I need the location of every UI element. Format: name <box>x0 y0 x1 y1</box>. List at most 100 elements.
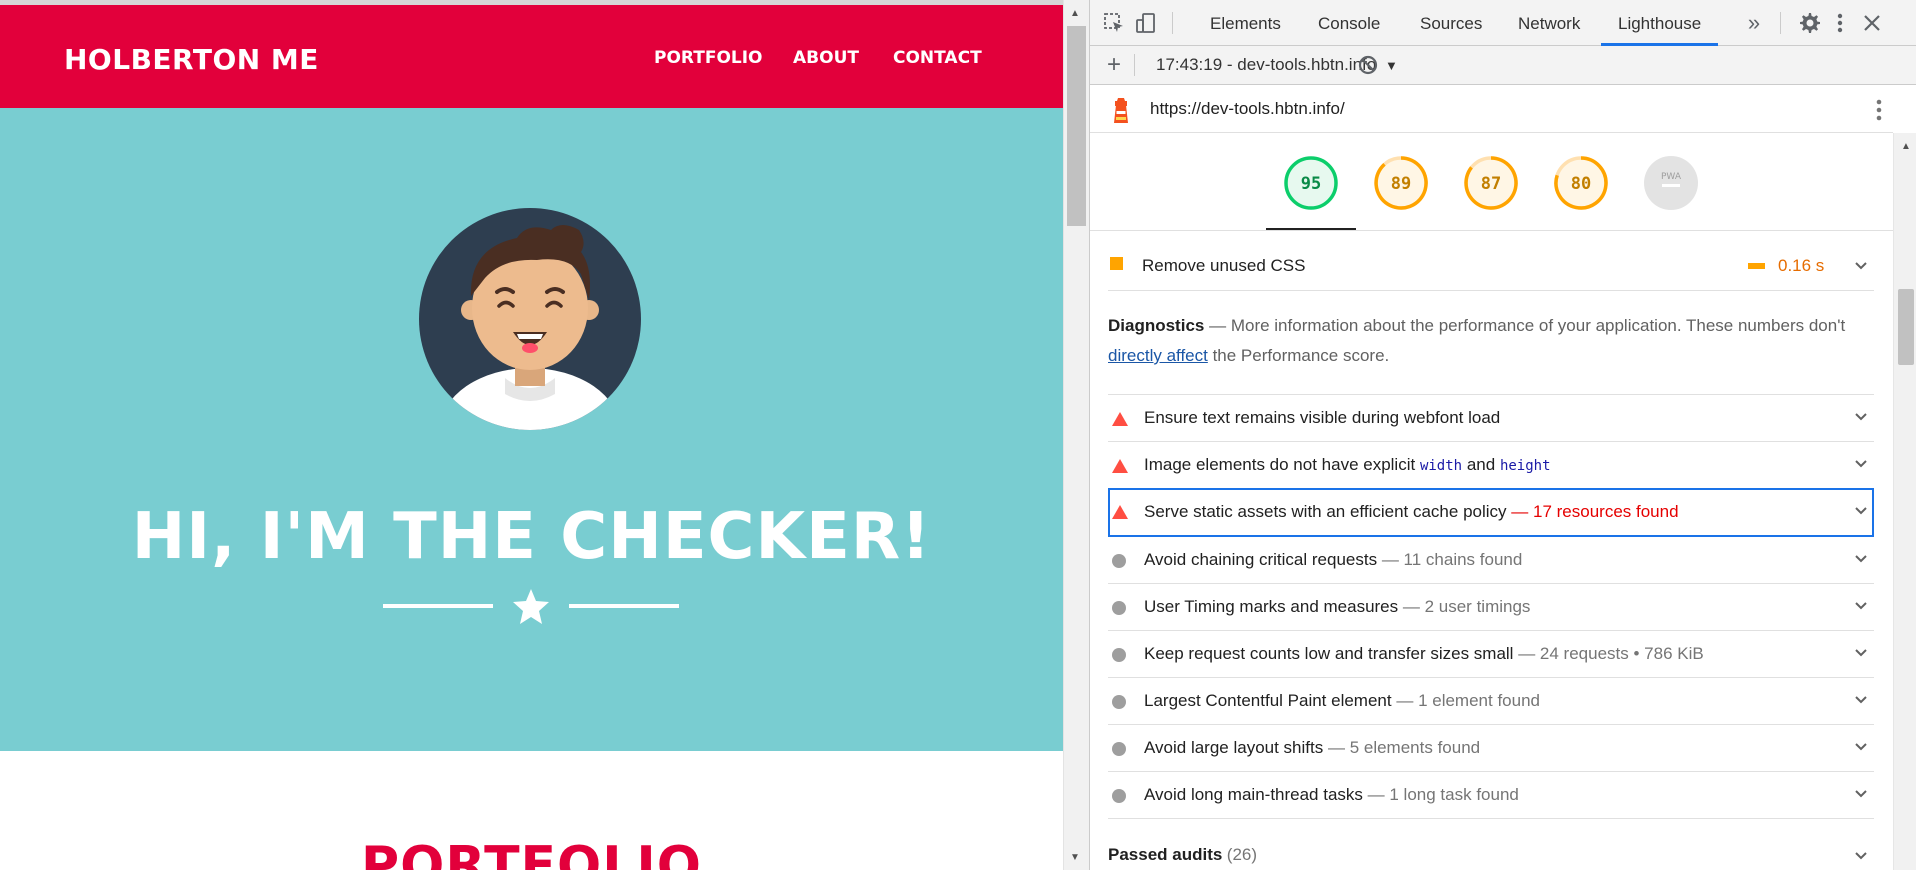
page-scroll-thumb[interactable] <box>1067 26 1086 226</box>
inspect-element-icon[interactable] <box>1102 11 1126 35</box>
chevron-down-icon[interactable] <box>1854 646 1868 660</box>
portfolio-section-title: PORTFOLIO <box>361 836 702 870</box>
new-report-plus-icon[interactable]: + <box>1102 53 1126 77</box>
nav-link-about[interactable]: ABOUT <box>793 48 859 68</box>
star-divider <box>383 589 679 624</box>
chevron-down-icon[interactable] <box>1854 787 1868 801</box>
fail-triangle-icon <box>1112 505 1128 519</box>
info-circle-icon <box>1112 789 1126 803</box>
settings-gear-icon[interactable] <box>1797 11 1821 35</box>
chevron-down-icon[interactable] <box>1854 457 1868 471</box>
tab-network[interactable]: Network <box>1518 0 1580 46</box>
audit-row-user-timings[interactable]: User Timing marks and measures — 2 user … <box>1108 584 1874 631</box>
chevron-down-icon[interactable] <box>1854 259 1868 273</box>
audit-row-cache-policy[interactable]: Serve static assets with an efficient ca… <box>1108 488 1874 537</box>
pwa-label: PWA <box>1661 172 1682 182</box>
score-value: 89 <box>1391 174 1411 194</box>
audit-title: Largest Contentful Paint element — 1 ele… <box>1144 691 1540 710</box>
audit-row-image-dimensions[interactable]: Image elements do not have explicit widt… <box>1108 442 1874 489</box>
score-value: 95 <box>1301 174 1321 194</box>
audit-row-request-counts[interactable]: Keep request counts low and transfer siz… <box>1108 631 1874 678</box>
audit-title: Avoid large layout shifts — 5 elements f… <box>1144 738 1481 757</box>
chevron-down-icon[interactable] <box>1854 740 1868 754</box>
accessibility-score-gauge[interactable]: 89 <box>1373 155 1429 211</box>
audit-detail: 1 long task found <box>1389 785 1519 804</box>
average-square-icon <box>1110 257 1123 270</box>
code-width: width <box>1419 458 1463 474</box>
directly-affect-link[interactable]: directly affect <box>1108 346 1208 365</box>
pwa-badge-gauge[interactable]: PWA <box>1643 155 1699 211</box>
chevron-down-icon[interactable] <box>1854 693 1868 707</box>
audit-title: Serve static assets with an efficient ca… <box>1144 502 1679 521</box>
audit-detail: 1 element found <box>1418 691 1540 710</box>
device-toolbar-icon[interactable] <box>1134 11 1158 35</box>
report-url: https://dev-tools.hbtn.info/ <box>1150 99 1345 118</box>
audit-detail: 24 requests • 786 KiB <box>1539 644 1704 663</box>
hero-section: HI, I'M THE CHECKER! <box>0 108 1063 751</box>
report-scrollbar[interactable]: ▲ <box>1893 133 1916 870</box>
audit-title: Avoid chaining critical requests — 11 ch… <box>1144 550 1523 569</box>
audit-title: Avoid long main-thread tasks — 1 long ta… <box>1144 785 1519 804</box>
site-navbar: HOLBERTON ME PORTFOLIO ABOUT CONTACT <box>0 5 1063 108</box>
tab-console[interactable]: Console <box>1318 0 1380 46</box>
avatar-illustration <box>419 208 641 430</box>
fail-triangle-icon <box>1112 412 1128 426</box>
savings-bar <box>1748 263 1765 269</box>
star-icon <box>513 589 549 624</box>
website-viewport: HOLBERTON ME PORTFOLIO ABOUT CONTACT HI,… <box>0 0 1063 870</box>
diagnostics-text-before: More information about the performance o… <box>1230 316 1846 335</box>
audit-row-lcp-element[interactable]: Largest Contentful Paint element — 1 ele… <box>1108 678 1874 725</box>
audit-detail: 5 elements found <box>1349 738 1481 757</box>
audit-title: Image elements do not have explicit widt… <box>1144 455 1551 474</box>
chevron-down-icon[interactable] <box>1854 599 1868 613</box>
passed-audits-count: (26) <box>1226 845 1258 864</box>
seo-score-gauge[interactable]: 80 <box>1553 155 1609 211</box>
performance-score-gauge[interactable]: 95 <box>1283 155 1339 211</box>
chevron-down-icon[interactable] <box>1854 552 1868 566</box>
scroll-up-arrow-icon[interactable]: ▲ <box>1070 8 1080 19</box>
audit-title: Remove unused CSS <box>1142 256 1306 275</box>
audit-row-layout-shifts[interactable]: Avoid large layout shifts — 5 elements f… <box>1108 725 1874 772</box>
chevron-down-icon[interactable] <box>1854 410 1868 424</box>
audit-title: Ensure text remains visible during webfo… <box>1144 408 1501 427</box>
lighthouse-toolbar: + 17:43:19 - dev-tools.hbtn.info ▼ <box>1090 46 1916 85</box>
info-circle-icon <box>1112 554 1126 568</box>
tab-sources[interactable]: Sources <box>1420 0 1482 46</box>
hero-title: HI, I'M THE CHECKER! <box>131 500 932 574</box>
passed-audits-group[interactable]: Passed audits (26) <box>1108 845 1874 870</box>
fail-triangle-icon <box>1112 459 1128 473</box>
audit-detail: 2 user timings <box>1424 597 1531 616</box>
best-practices-score-gauge[interactable]: 87 <box>1463 155 1519 211</box>
audit-row-critical-chains[interactable]: Avoid chaining critical requests — 11 ch… <box>1108 537 1874 584</box>
report-scroll-thumb[interactable] <box>1898 289 1914 365</box>
chevron-down-icon[interactable] <box>1854 849 1868 863</box>
tab-elements[interactable]: Elements <box>1210 0 1281 46</box>
devtools-panel: Elements Console Sources Network Lightho… <box>1089 0 1916 870</box>
report-url-bar: https://dev-tools.hbtn.info/ <box>1090 85 1893 133</box>
audit-title: Keep request counts low and transfer siz… <box>1144 644 1704 663</box>
scroll-up-arrow-icon[interactable]: ▲ <box>1901 141 1911 152</box>
audit-row-webfont[interactable]: Ensure text remains visible during webfo… <box>1108 395 1874 442</box>
report-selector-label: 17:43:19 - dev-tools.hbtn.info <box>1156 55 1377 74</box>
devtools-tab-bar: Elements Console Sources Network Lightho… <box>1090 0 1916 46</box>
nav-link-contact[interactable]: CONTACT <box>893 48 982 68</box>
close-devtools-icon[interactable] <box>1860 11 1884 35</box>
audit-row-long-tasks[interactable]: Avoid long main-thread tasks — 1 long ta… <box>1108 772 1874 819</box>
clear-reports-icon[interactable] <box>1356 53 1380 77</box>
audit-detail: 11 chains found <box>1403 550 1523 569</box>
info-circle-icon <box>1112 742 1126 756</box>
score-value: 87 <box>1481 174 1501 194</box>
code-height: height <box>1499 458 1551 474</box>
site-brand[interactable]: HOLBERTON ME <box>64 43 319 76</box>
customize-menu-icon[interactable] <box>1828 11 1852 35</box>
dropdown-caret-icon: ▼ <box>1384 58 1398 73</box>
report-menu-icon[interactable] <box>1876 99 1882 121</box>
tab-lighthouse[interactable]: Lighthouse <box>1601 0 1719 46</box>
info-circle-icon <box>1112 695 1126 709</box>
page-scrollbar[interactable]: ▲ ▼ <box>1063 0 1089 870</box>
more-tabs-icon[interactable]: » <box>1742 11 1766 35</box>
chevron-down-icon[interactable] <box>1854 504 1868 518</box>
scroll-down-arrow-icon[interactable]: ▼ <box>1070 852 1080 863</box>
audit-row-remove-unused-css[interactable]: Remove unused CSS 0.16 s <box>1108 241 1874 291</box>
nav-link-portfolio[interactable]: PORTFOLIO <box>654 48 763 68</box>
